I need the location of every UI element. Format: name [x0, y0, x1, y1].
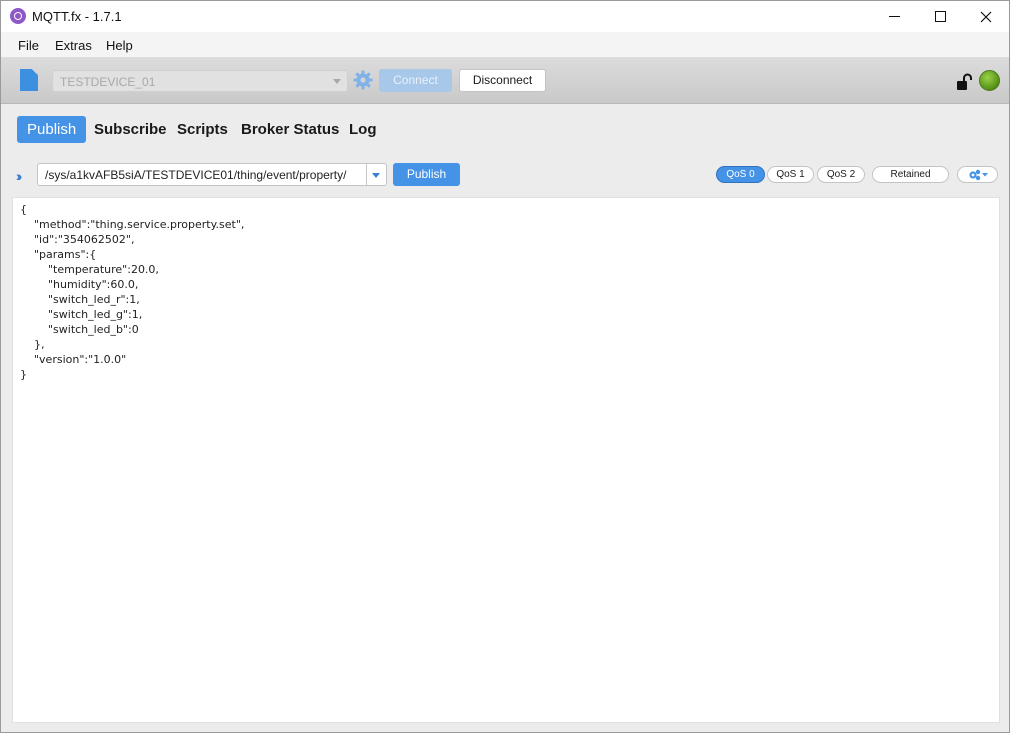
chevron-down-icon — [333, 79, 341, 84]
connect-button[interactable]: Connect — [379, 69, 452, 92]
title-bar: MQTT.fx - 1.7.1 — [1, 1, 1009, 32]
publish-options-button[interactable] — [957, 166, 998, 183]
expand-double-chevron-icon[interactable]: ›› — [16, 168, 23, 184]
unlocked-icon — [957, 73, 972, 90]
menu-extras[interactable]: Extras — [55, 38, 92, 53]
maximize-icon — [934, 11, 946, 22]
app-window: MQTT.fx - 1.7.1 File Extras Help TESTDEV… — [0, 0, 1010, 733]
topic-history-dropdown[interactable] — [366, 163, 387, 186]
gears-icon — [969, 169, 988, 181]
close-icon — [980, 11, 992, 22]
menu-bar: File Extras Help — [1, 32, 1009, 57]
qos1-button[interactable]: QoS 1 — [767, 166, 814, 183]
gear-icon[interactable] — [353, 70, 373, 90]
tab-scripts[interactable]: Scripts — [167, 116, 238, 143]
minimize-button[interactable] — [871, 1, 917, 32]
tab-log[interactable]: Log — [339, 116, 387, 143]
app-logo-icon — [10, 8, 26, 24]
publish-button[interactable]: Publish — [393, 163, 460, 186]
publish-toolbar: ›› Publish QoS 0 QoS 1 QoS 2 Retained — [1, 156, 1009, 196]
main-tabs: Publish Subscribe Scripts Broker Status … — [1, 104, 1009, 156]
close-button[interactable] — [963, 1, 1009, 32]
connection-profile-file-icon[interactable] — [20, 69, 38, 91]
profile-select-value: TESTDEVICE_01 — [60, 75, 156, 89]
payload-editor[interactable]: { "method":"thing.service.property.set",… — [12, 197, 1000, 723]
topic-input[interactable] — [37, 163, 366, 186]
connection-profile-select[interactable]: TESTDEVICE_01 — [52, 70, 348, 92]
qos0-button[interactable]: QoS 0 — [716, 166, 765, 183]
tab-publish[interactable]: Publish — [17, 116, 87, 143]
qos2-button[interactable]: QoS 2 — [817, 166, 865, 183]
payload-text: { "method":"thing.service.property.set",… — [20, 203, 245, 381]
menu-file[interactable]: File — [18, 38, 39, 53]
connection-toolbar: TESTDEVICE_01 Connect Disconnect — [1, 57, 1009, 104]
retained-toggle[interactable]: Retained — [872, 166, 949, 183]
disconnect-button[interactable]: Disconnect — [459, 69, 546, 92]
tab-broker-status[interactable]: Broker Status — [231, 116, 349, 143]
tab-subscribe[interactable]: Subscribe — [84, 116, 177, 143]
maximize-button[interactable] — [917, 1, 963, 32]
menu-help[interactable]: Help — [106, 38, 133, 53]
connection-status-indicator — [979, 70, 1000, 91]
window-title: MQTT.fx - 1.7.1 — [32, 9, 122, 24]
minimize-icon — [888, 16, 900, 17]
